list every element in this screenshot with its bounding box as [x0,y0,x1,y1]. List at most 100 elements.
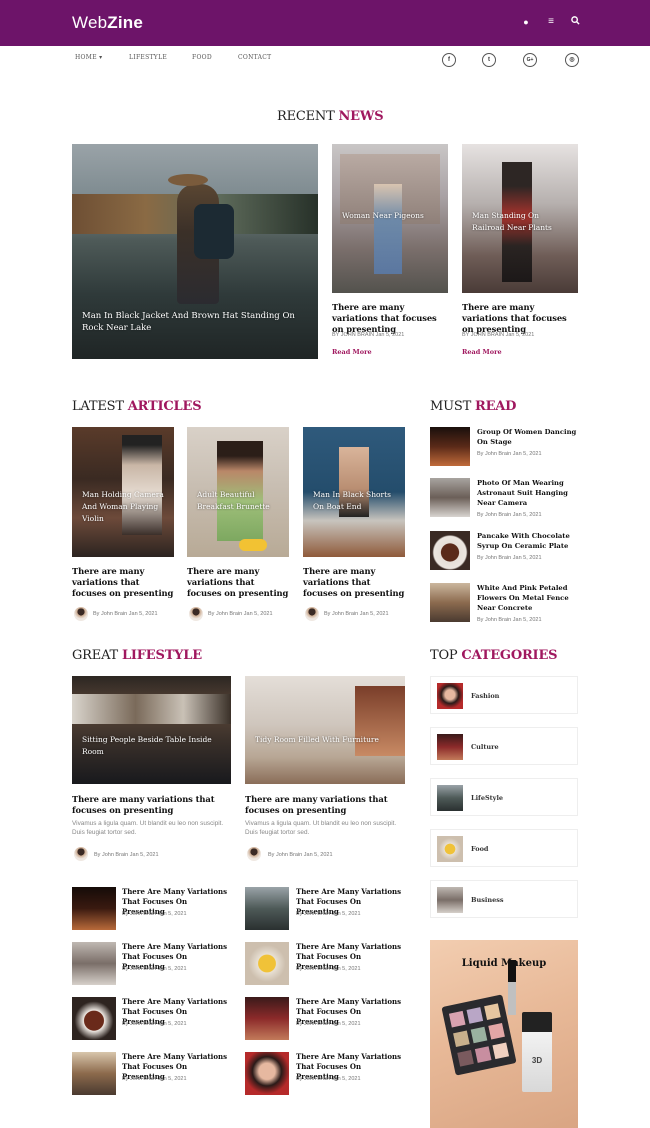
avatar [74,607,88,621]
lifestyle-card-title[interactable]: There are many variations that focuses o… [245,794,407,816]
recent-main-caption: Man In Black Jacket And Brown Hat Standi… [82,311,295,333]
logo-text-bold: Zine [107,13,143,32]
must-read-title[interactable]: Pancake With Chocolate Syrup On Ceramic … [477,531,577,551]
small-post-meta: By John Brain Jan 5, 2021 [122,1076,187,1082]
nav-home[interactable]: HOME ▾ [75,54,102,61]
recent-card-meta: BY JOHN BRAIN Jan 5, 2021 [462,332,535,338]
must-read-title[interactable]: Photo Of Man Wearing Astronaut Suit Hang… [477,478,577,508]
category-thumb [437,683,463,709]
small-post-thumb[interactable] [72,997,116,1040]
category-label: Fashion [471,692,500,700]
read-more-link[interactable]: Read More [462,348,502,356]
lifestyle-card-excerpt: Vivamus a ligula quam. Ut blandit eu leo… [72,820,224,836]
must-read-thumb[interactable] [430,427,470,466]
user-icon[interactable]: ● [519,15,533,29]
nav-lifestyle[interactable]: LIFESTYLE [129,54,167,61]
latest-card-title[interactable]: There are many variations that focuses o… [187,566,289,599]
small-post-thumb[interactable] [245,887,289,930]
small-post-meta: By John Brain Jan 5, 2021 [296,1021,361,1027]
ad-title: Liquid Makeup [461,958,547,969]
small-post-thumb[interactable] [72,1052,116,1095]
brush-graphic [508,960,516,1015]
recent-card-image[interactable]: Woman Near Pigeons [332,144,448,293]
category-label: LifeStyle [471,794,504,802]
latest-card-caption: Man In Black Shorts On Boat End [313,490,391,511]
category-thumb [437,734,463,760]
small-post-meta: By John Brain Jan 5, 2021 [296,966,361,972]
must-read-thumb[interactable] [430,478,470,517]
must-read-title[interactable]: Group Of Women Dancing On Stage [477,427,577,447]
latest-articles-heading: LATEST ARTICLES [72,399,202,414]
nav-food[interactable]: FOOD [192,54,212,61]
instagram-icon[interactable]: ◎ [565,53,579,67]
lifestyle-card-excerpt: Vivamus a ligula quam. Ut blandit eu leo… [245,820,397,836]
small-post-meta: By John Brain Jan 5, 2021 [122,1021,187,1027]
category-label: Food [471,845,489,853]
lifestyle-card-meta: By John Brain Jan 5, 2021 [268,852,333,858]
latest-card-image[interactable]: Man In Black Shorts On Boat End [303,427,405,557]
category-culture[interactable]: Culture [430,727,578,765]
ad-banner[interactable]: Liquid Makeup 3D [430,940,578,1128]
avatar [189,607,203,621]
recent-news-heading: RECENT NEWS [277,109,384,124]
latest-card-meta: By John Brain Jan 5, 2021 [208,611,273,617]
must-read-meta: By John Brain Jan 5, 2021 [477,512,542,518]
menu-icon[interactable]: ≡ [544,15,558,29]
lifestyle-card-meta: By John Brain Jan 5, 2021 [94,852,159,858]
palette-graphic [441,994,517,1076]
site-logo[interactable]: WebZine [72,13,143,33]
recent-card-title[interactable]: There are many variations that focuses o… [462,302,578,335]
small-post-meta: By John Brain Jan 5, 2021 [122,966,187,972]
category-thumb [437,887,463,913]
recent-card-meta: BY JOHN BRAIN Jan 5, 2021 [332,332,405,338]
small-post-thumb[interactable] [72,887,116,930]
must-read-thumb[interactable] [430,531,470,570]
bottle-graphic: 3D [522,1012,552,1092]
small-post-thumb[interactable] [245,1052,289,1095]
recent-card-caption: Woman Near Pigeons [342,211,424,220]
latest-card-meta: By John Brain Jan 5, 2021 [93,611,158,617]
small-post-thumb[interactable] [245,942,289,985]
category-lifestyle[interactable]: LifeStyle [430,778,578,816]
recent-main-image[interactable]: Man In Black Jacket And Brown Hat Standi… [72,144,318,359]
must-read-title[interactable]: White And Pink Petaled Flowers On Metal … [477,583,577,613]
search-icon[interactable] [568,15,582,29]
small-post-thumb[interactable] [72,942,116,985]
latest-card-caption: Adult Beautiful Breakfast Brunette [197,490,270,511]
must-read-thumb[interactable] [430,583,470,622]
lifestyle-card-caption: Tidy Room Filled With Furniture [255,735,379,744]
latest-card-meta: By John Brain Jan 5, 2021 [324,611,389,617]
must-read-meta: By John Brain Jan 5, 2021 [477,617,542,623]
recent-card-title[interactable]: There are many variations that focuses o… [332,302,448,335]
lifestyle-card-image[interactable]: Tidy Room Filled With Furniture [245,676,405,784]
latest-card-image[interactable]: Man Holding Camera And Woman Playing Vio… [72,427,174,557]
top-categories-heading: TOP CATEGORIES [430,648,558,663]
recent-card-image[interactable]: Man Standing On Railroad Near Plants [462,144,578,293]
recent-card-caption: Man Standing On Railroad Near Plants [472,211,552,232]
lifestyle-card-title[interactable]: There are many variations that focuses o… [72,794,234,816]
lifestyle-card-caption: Sitting People Beside Table Inside Room [82,735,212,756]
read-more-link[interactable]: Read More [332,348,372,356]
avatar [247,847,261,861]
small-post-thumb[interactable] [245,997,289,1040]
twitter-icon[interactable]: t [482,53,496,67]
logo-text: Web [72,13,108,32]
avatar [74,847,88,861]
nav-contact[interactable]: CONTACT [238,54,271,61]
lifestyle-card-image[interactable]: Sitting People Beside Table Inside Room [72,676,231,784]
small-post-meta: By John Brain Jan 5, 2021 [122,911,187,917]
must-read-heading: MUST READ [430,399,517,414]
must-read-meta: By John Brain Jan 5, 2021 [477,451,542,457]
category-fashion[interactable]: Fashion [430,676,578,714]
google-plus-icon[interactable]: G+ [523,53,537,67]
category-label: Culture [471,743,499,751]
category-business[interactable]: Business [430,880,578,918]
small-post-meta: By John Brain Jan 5, 2021 [296,1076,361,1082]
category-food[interactable]: Food [430,829,578,867]
latest-card-caption: Man Holding Camera And Woman Playing Vio… [82,490,164,523]
category-thumb [437,785,463,811]
facebook-icon[interactable]: f [442,53,456,67]
latest-card-title[interactable]: There are many variations that focuses o… [72,566,174,599]
latest-card-image[interactable]: Adult Beautiful Breakfast Brunette [187,427,289,557]
latest-card-title[interactable]: There are many variations that focuses o… [303,566,405,599]
